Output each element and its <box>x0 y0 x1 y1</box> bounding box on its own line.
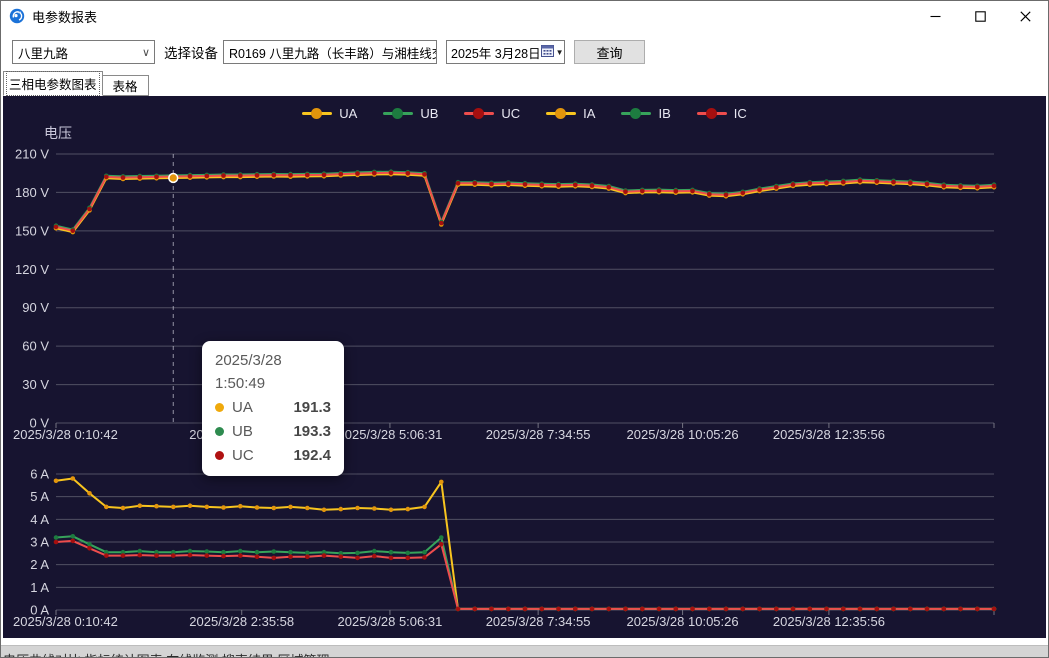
legend-item-ua[interactable]: UA <box>302 106 357 121</box>
legend-dot-icon <box>473 108 484 119</box>
app-icon <box>9 8 25 24</box>
legend-item-ub[interactable]: UB <box>383 106 438 121</box>
svg-text:150 V: 150 V <box>15 223 49 238</box>
tab-table[interactable]: 表格 <box>103 75 149 96</box>
svg-text:2025/3/28 0:10:42: 2025/3/28 0:10:42 <box>13 427 118 442</box>
svg-text:60 V: 60 V <box>22 339 49 354</box>
legend-line-icon <box>464 112 494 116</box>
current-chart[interactable]: 6 A5 A4 A3 A2 A1 A0 A2025/3/28 0:10:4220… <box>3 464 1046 636</box>
window-gap <box>1 638 1048 645</box>
tooltip-row: UB 193.3 <box>215 419 331 443</box>
svg-text:3 A: 3 A <box>30 535 49 550</box>
svg-text:2025/3/28 5:06:31: 2025/3/28 5:06:31 <box>338 614 443 629</box>
svg-text:2025/3/28 7:34:55: 2025/3/28 7:34:55 <box>486 427 591 442</box>
svg-text:4 A: 4 A <box>30 512 49 527</box>
tooltip-time: 2025/3/28 1:50:49 <box>215 349 331 395</box>
legend-label: UC <box>501 106 520 121</box>
legend-label: UB <box>420 106 438 121</box>
svg-text:2025/3/28 2:35:58: 2025/3/28 2:35:58 <box>189 614 294 629</box>
voltage-chart[interactable]: 210 V180 V150 V120 V90 V60 V30 V0 V2025/… <box>3 136 1046 451</box>
svg-text:2025/3/28 12:35:56: 2025/3/28 12:35:56 <box>773 427 885 442</box>
chart-legend: UA UB UC IA IB IC <box>3 106 1046 121</box>
svg-text:120 V: 120 V <box>15 262 49 277</box>
date-picker-value: 2025年 3月28日 <box>451 43 541 62</box>
legend-line-icon <box>697 112 727 116</box>
legend-label: UA <box>339 106 357 121</box>
chevron-down-icon: ∨ <box>138 46 150 59</box>
svg-text:2025/3/28 5:06:31: 2025/3/28 5:06:31 <box>338 427 443 442</box>
svg-text:2025/3/28 12:35:56: 2025/3/28 12:35:56 <box>773 614 885 629</box>
tooltip-row: UA 191.3 <box>215 395 331 419</box>
device-label: 选择设备 <box>164 42 218 62</box>
tab-strip: 三相电参数图表 表格 <box>1 73 1048 96</box>
legend-label: IB <box>658 106 670 121</box>
tooltip-series-value: 191.3 <box>293 399 331 416</box>
legend-label: IA <box>583 106 595 121</box>
svg-text:6 A: 6 A <box>30 467 49 482</box>
tab-table-label: 表格 <box>113 76 138 95</box>
tooltip-series-value: 192.4 <box>293 447 331 464</box>
chart-tooltip: 2025/3/28 1:50:49 UA 191.3 UB 193.3 UC 1… <box>202 341 344 476</box>
legend-dot-icon <box>311 108 322 119</box>
background-window-strip: 电压曲线对比 指标统计图表 在线监测 搜索结果 区域管理 <box>1 645 1048 658</box>
tooltip-row: UC 192.4 <box>215 443 331 467</box>
station-select-value: 八里九路 <box>18 43 68 62</box>
date-picker[interactable]: 2025年 3月28日 ▼ <box>446 40 565 64</box>
legend-dot-icon <box>630 108 641 119</box>
tooltip-series-value: 193.3 <box>293 423 331 440</box>
legend-dot-icon <box>555 108 566 119</box>
tooltip-series-name: UA <box>232 399 253 416</box>
tooltip-series-name: UB <box>232 423 253 440</box>
app-window: 电参数报表 八里九路 ∨ 选择设备 R0169 八里九路（长丰路）与湘桂线交 ∨… <box>0 0 1049 658</box>
window-title: 电参数报表 <box>32 7 97 26</box>
legend-item-uc[interactable]: UC <box>464 106 520 121</box>
dropdown-arrow-icon: ▼ <box>556 48 564 57</box>
legend-dot-icon <box>392 108 403 119</box>
series-dot-icon <box>215 427 224 436</box>
legend-item-ib[interactable]: IB <box>621 106 670 121</box>
tooltip-series-name: UC <box>232 447 254 464</box>
svg-text:2025/3/28 10:05:26: 2025/3/28 10:05:26 <box>627 614 739 629</box>
legend-item-ia[interactable]: IA <box>546 106 595 121</box>
calendar-icon <box>541 44 554 60</box>
series-dot-icon <box>215 451 224 460</box>
svg-text:30 V: 30 V <box>22 377 49 392</box>
station-select[interactable]: 八里九路 ∨ <box>12 40 155 64</box>
toolbar: 八里九路 ∨ 选择设备 R0169 八里九路（长丰路）与湘桂线交 ∨ 2025年… <box>1 31 1048 73</box>
legend-label: IC <box>734 106 747 121</box>
legend-item-ic[interactable]: IC <box>697 106 747 121</box>
maximize-icon <box>976 11 985 20</box>
svg-text:210 V: 210 V <box>15 147 49 162</box>
legend-dot-icon <box>706 108 717 119</box>
svg-text:5 A: 5 A <box>30 489 49 504</box>
svg-text:2 A: 2 A <box>30 557 49 572</box>
svg-text:90 V: 90 V <box>22 300 49 315</box>
svg-text:1 A: 1 A <box>30 580 49 595</box>
maximize-button[interactable] <box>958 1 1003 31</box>
device-select-value: R0169 八里九路（长丰路）与湘桂线交 <box>229 43 437 62</box>
minimize-button[interactable] <box>913 1 958 31</box>
legend-line-icon <box>302 112 332 116</box>
svg-text:2025/3/28 10:05:26: 2025/3/28 10:05:26 <box>627 427 739 442</box>
background-strip-text: 电压曲线对比 指标统计图表 在线监测 搜索结果 区域管理 <box>1 650 1048 658</box>
legend-line-icon <box>383 112 413 116</box>
legend-line-icon <box>546 112 576 116</box>
tab-chart-label: 三相电参数图表 <box>9 74 97 93</box>
svg-text:180 V: 180 V <box>15 185 49 200</box>
chart-panel: UAUBUCIAIBIC 电压 210 V180 V150 V120 V90 V… <box>3 96 1046 638</box>
svg-text:2025/3/28 0:10:42: 2025/3/28 0:10:42 <box>13 614 118 629</box>
legend-line-icon <box>621 112 651 116</box>
close-button[interactable] <box>1003 1 1048 31</box>
close-icon <box>1021 11 1030 20</box>
svg-text:2025/3/28 7:34:55: 2025/3/28 7:34:55 <box>486 614 591 629</box>
tab-chart[interactable]: 三相电参数图表 <box>3 71 103 96</box>
series-dot-icon <box>215 403 224 412</box>
query-button[interactable]: 查询 <box>574 40 645 64</box>
title-bar: 电参数报表 <box>1 1 1048 31</box>
device-select[interactable]: R0169 八里九路（长丰路）与湘桂线交 ∨ <box>223 40 437 64</box>
